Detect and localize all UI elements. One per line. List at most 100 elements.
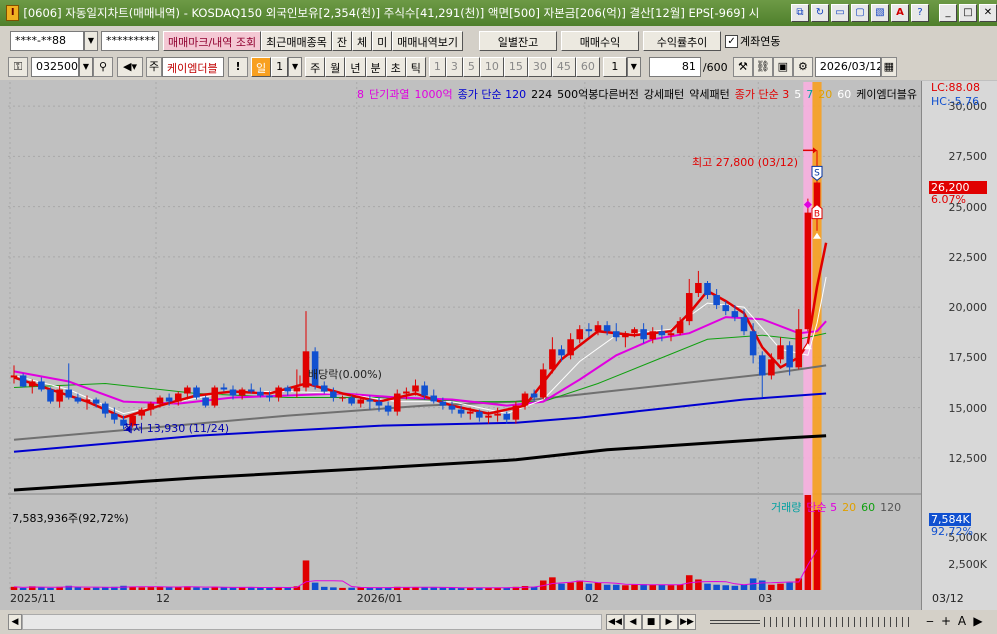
executed-button[interactable]: 체 [352, 31, 373, 51]
account-dropdown[interactable]: ▼ [84, 31, 98, 51]
period-unit-4[interactable]: 초 [385, 57, 406, 77]
period-dropdown[interactable]: ▼ [288, 57, 303, 77]
candle-body-22 [211, 387, 219, 406]
volume-bar-4 [47, 587, 54, 590]
save-icon[interactable]: ▣ [772, 57, 793, 77]
period-unit-2[interactable]: 년 [345, 57, 366, 77]
minute-option-10[interactable]: 10 [479, 57, 504, 77]
return-trend-button[interactable]: 수익률추이 [643, 31, 722, 51]
dividend-annotation: 배당락(0.00%) [308, 368, 382, 381]
nav-button-0[interactable]: ◀◀ [606, 614, 624, 630]
alert-icon[interactable]: ! [228, 57, 248, 77]
candle-body-16 [156, 397, 164, 404]
zoom-slider[interactable] [710, 620, 760, 624]
chart-area[interactable]: SB 8 단기과열 1000억 종가 단순 120 224 500억봉다른버전 강세패턴 약세… [0, 80, 997, 610]
search-icon[interactable]: ⚲ [93, 57, 113, 77]
zoom-button-2[interactable]: A [954, 614, 970, 630]
unexecuted-button[interactable]: 미 [372, 31, 393, 51]
font-icon[interactable]: A [891, 4, 909, 22]
candle-body-66 [612, 331, 620, 338]
lock-icon[interactable]: ⚿ [8, 57, 28, 77]
volume-bar-70 [649, 584, 657, 590]
x-label-3: 02 [584, 592, 599, 605]
volume-bar-21 [202, 587, 209, 590]
close-button[interactable]: ✕ [979, 4, 997, 22]
minute-select[interactable]: 1 [602, 57, 627, 77]
trade-mark-query-button[interactable]: 매매마크/내역 조회 [163, 31, 262, 51]
candle-body-26 [247, 389, 255, 392]
horizontal-scrollbar[interactable] [22, 614, 602, 630]
tools-icon[interactable]: ⚒ [732, 57, 753, 77]
period-unit-0[interactable]: 주 [305, 57, 326, 77]
candle-body-57 [530, 393, 538, 398]
minute-option-15[interactable]: 15 [503, 57, 528, 77]
period-day-button[interactable]: 일 [251, 57, 272, 77]
count-input[interactable]: 81 [648, 57, 701, 77]
volume-bar-68 [631, 584, 638, 590]
trade-profit-button[interactable]: 매매수익 [561, 31, 640, 51]
stock-code-input[interactable]: 032500 [31, 57, 79, 77]
refresh-icon[interactable]: ↻ [811, 4, 829, 22]
legend-item-13: 케이엠더블유 [856, 88, 917, 101]
candle-body-39 [366, 399, 374, 402]
legend-item-8: 종가 단순 3 [734, 88, 790, 101]
nav-button-1[interactable]: ◀ [624, 614, 642, 630]
minute-option-1[interactable]: 1 [428, 57, 446, 77]
zoom-button-1[interactable]: + [938, 614, 954, 630]
speaker-icon[interactable]: ◀▾ [117, 57, 143, 77]
minute-option-5[interactable]: 5 [462, 57, 480, 77]
volume-bar-82 [758, 580, 766, 590]
candle-body-77 [713, 295, 720, 306]
link-icon[interactable]: ⛓ [752, 57, 773, 77]
help-icon[interactable]: ? [911, 4, 929, 22]
volume-bar-78 [722, 585, 730, 590]
calendar-icon[interactable]: ▦ [880, 57, 897, 77]
period-unit-5[interactable]: 틱 [405, 57, 426, 77]
link-icon[interactable]: ⧉ [791, 4, 809, 22]
minute-option-30[interactable]: 30 [527, 57, 552, 77]
trade-history-button[interactable]: 매매내역보기 [392, 31, 464, 51]
stock-code-dropdown[interactable]: ▼ [79, 57, 93, 77]
nav-button-2[interactable]: ■ [642, 614, 660, 630]
minute-dropdown[interactable]: ▼ [626, 57, 641, 77]
daily-balance-button[interactable]: 일별잔고 [479, 31, 558, 51]
volume-bar-12 [120, 585, 127, 590]
title-icon-group: ⧉ ↻ ▭ ▢ ▧ A? [789, 4, 929, 22]
volume-bar-63 [585, 583, 593, 590]
maximize-button[interactable]: □ [959, 4, 977, 22]
image-icon[interactable]: ▧ [871, 4, 889, 22]
candle-body-38 [357, 399, 365, 404]
balance-button[interactable]: 잔 [331, 31, 353, 51]
volume-bar-62 [576, 580, 584, 590]
period-day-count[interactable]: 1 [271, 57, 289, 77]
legend-item-0: 8 [357, 88, 365, 101]
minute-option-60[interactable]: 60 [575, 57, 600, 77]
zoom-scale[interactable] [764, 617, 914, 627]
minute-option-3[interactable]: 3 [445, 57, 463, 77]
buy-mark-label: B [814, 210, 820, 220]
window-icon[interactable]: ▢ [851, 4, 869, 22]
period-unit-3[interactable]: 분 [365, 57, 386, 77]
volume-y-tick-1: 2,500K [948, 557, 987, 571]
period-unit-1[interactable]: 월 [325, 57, 346, 77]
account-link-checkbox[interactable]: ✓ [725, 34, 739, 48]
settings-icon[interactable]: ⚙ [792, 57, 813, 77]
nav-button-3[interactable]: ▶ [660, 614, 678, 630]
candle-body-9 [92, 399, 100, 404]
monitor-icon[interactable]: ▭ [831, 4, 849, 22]
minimize-button[interactable]: _ [939, 4, 957, 22]
password-input[interactable]: ********* [101, 31, 159, 51]
nav-button-4[interactable]: ▶▶ [678, 614, 696, 630]
candle-body-44 [412, 385, 419, 392]
candle-body-64 [594, 325, 602, 332]
minute-option-45[interactable]: 45 [551, 57, 576, 77]
zoom-button-0[interactable]: ‒ [922, 614, 938, 630]
scroll-left-button[interactable]: ◀ [8, 614, 22, 630]
volume-info: 7,583,936주(92,72%) [12, 512, 129, 525]
zoom-button-3[interactable]: ▶ [970, 614, 986, 630]
date-input[interactable]: 2026/03/12 [814, 57, 881, 77]
price-chart[interactable]: SB [0, 80, 997, 610]
volume-bar-46 [430, 587, 438, 590]
account-input[interactable]: ****-**88 [10, 31, 84, 51]
recent-trades-button[interactable]: 최근매매종목 [261, 31, 332, 51]
